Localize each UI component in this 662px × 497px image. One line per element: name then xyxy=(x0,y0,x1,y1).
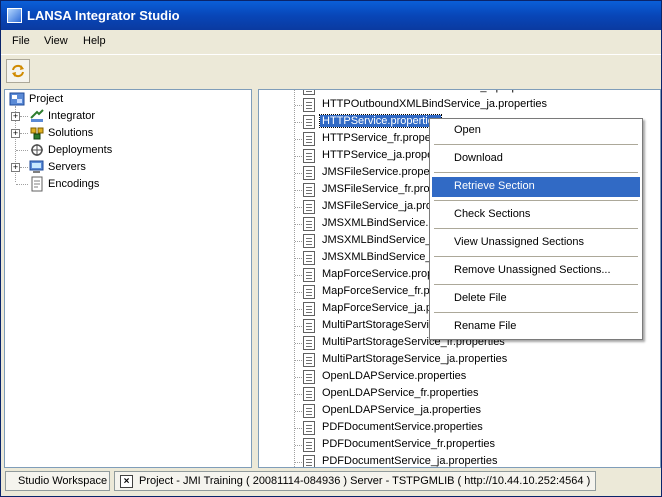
menu-item-retrieve-section[interactable]: Retrieve Section xyxy=(432,177,640,197)
studio-workspace-tab[interactable]: Studio Workspace xyxy=(5,471,110,491)
properties-file-icon xyxy=(303,336,315,350)
app-icon xyxy=(7,8,22,23)
menu-separator xyxy=(434,144,638,145)
file-name: OpenLDAPService.properties xyxy=(322,370,467,382)
file-list-item[interactable]: OpenLDAPService.properties xyxy=(259,369,660,386)
encodings-icon xyxy=(31,176,43,192)
file-name: OpenLDAPService_fr.properties xyxy=(322,387,479,399)
project-icon xyxy=(9,92,25,106)
menu-item-rename-file[interactable]: Rename File xyxy=(432,317,640,337)
menu-file[interactable]: File xyxy=(12,35,30,47)
project-tree-pane[interactable]: Project + Integrator + Solutions Deploym… xyxy=(4,89,252,468)
menu-separator xyxy=(434,284,638,285)
pane-splitter[interactable] xyxy=(253,89,257,468)
expand-icon[interactable]: + xyxy=(11,129,20,138)
expand-icon[interactable]: + xyxy=(11,163,20,172)
solutions-icon xyxy=(30,127,44,140)
deployments-icon xyxy=(31,144,43,156)
properties-file-icon xyxy=(303,251,315,265)
integrator-icon xyxy=(30,109,44,122)
file-name: MultiPartStorageService_ja.properties xyxy=(322,353,508,365)
menu-separator xyxy=(434,200,638,201)
properties-file-icon xyxy=(303,319,315,333)
app-window: LANSA Integrator Studio File View Help P… xyxy=(0,0,662,497)
menu-item-check-sections[interactable]: Check Sections xyxy=(432,205,640,225)
file-list-item[interactable]: OpenLDAPService_fr.properties xyxy=(259,386,660,403)
properties-file-icon xyxy=(303,285,315,299)
file-list-item[interactable]: OpenLDAPService_ja.properties xyxy=(259,403,660,420)
properties-file-icon xyxy=(303,90,315,95)
properties-file-icon xyxy=(303,268,315,282)
toolbar xyxy=(1,54,661,88)
menu-view[interactable]: View xyxy=(44,35,68,47)
context-menu: Open Download Retrieve Section Check Sec… xyxy=(429,118,643,340)
properties-file-icon xyxy=(303,302,315,316)
properties-file-icon xyxy=(303,183,315,197)
title-bar[interactable]: LANSA Integrator Studio xyxy=(1,1,661,30)
menu-item-view-unassigned-sections[interactable]: View Unassigned Sections xyxy=(432,233,640,253)
menu-item-download[interactable]: Download xyxy=(432,149,640,169)
properties-file-icon xyxy=(303,404,315,418)
properties-file-icon xyxy=(303,234,315,248)
menu-item-remove-unassigned-sections[interactable]: Remove Unassigned Sections... xyxy=(432,261,640,281)
menu-item-delete-file[interactable]: Delete File xyxy=(432,289,640,309)
menu-separator xyxy=(434,172,638,173)
file-list-item[interactable]: HTTPOutboundXMLBindService_ja.properties xyxy=(259,97,660,114)
file-name: PDFDocumentService.properties xyxy=(322,421,483,433)
file-name: HTTPOutboundXMLBindService_ja.properties xyxy=(322,98,548,110)
window-title: LANSA Integrator Studio xyxy=(27,8,180,23)
properties-file-icon xyxy=(303,200,315,214)
properties-file-icon xyxy=(303,166,315,180)
menu-item-open[interactable]: Open xyxy=(432,121,640,141)
connection-status: × Project - JMI Training ( 20081114-0849… xyxy=(114,471,596,491)
properties-file-icon xyxy=(303,353,315,367)
properties-file-icon xyxy=(303,132,315,146)
refresh-icon xyxy=(12,64,24,78)
file-list-item[interactable]: MultiPartStorageService_ja.properties xyxy=(259,352,660,369)
menu-bar: File View Help xyxy=(1,31,661,53)
file-list-item[interactable]: PDFDocumentService_fr.properties xyxy=(259,437,660,454)
properties-file-icon xyxy=(303,115,315,129)
properties-file-icon xyxy=(303,421,315,435)
file-name: PDFDocumentService_ja.properties xyxy=(322,455,498,467)
refresh-button[interactable] xyxy=(6,59,30,83)
close-icon[interactable]: × xyxy=(120,475,133,488)
properties-file-icon xyxy=(303,149,315,163)
servers-icon xyxy=(29,160,44,173)
file-list-item[interactable]: HTTPOutboundXMLBindService_fr.properties xyxy=(259,90,660,97)
file-name: OpenLDAPService_ja.properties xyxy=(322,404,481,416)
properties-file-icon xyxy=(303,370,315,384)
menu-separator xyxy=(434,228,638,229)
properties-file-icon xyxy=(303,387,315,401)
properties-file-icon xyxy=(303,438,315,452)
properties-file-icon xyxy=(303,98,315,112)
menu-separator xyxy=(434,256,638,257)
status-bar: Studio Workspace × Project - JMI Trainin… xyxy=(1,469,661,496)
expand-icon[interactable]: + xyxy=(11,112,20,121)
properties-file-icon xyxy=(303,217,315,231)
file-list-item[interactable]: PDFDocumentService_ja.properties xyxy=(259,454,660,467)
menu-help[interactable]: Help xyxy=(83,35,106,47)
file-name: HTTPService.properties xyxy=(318,114,443,128)
menu-separator xyxy=(434,312,638,313)
properties-file-icon xyxy=(303,455,315,467)
file-name: PDFDocumentService_fr.properties xyxy=(322,438,496,450)
file-name: HTTPOutboundXMLBindService_fr.properties xyxy=(320,90,547,93)
file-list-item[interactable]: PDFDocumentService.properties xyxy=(259,420,660,437)
